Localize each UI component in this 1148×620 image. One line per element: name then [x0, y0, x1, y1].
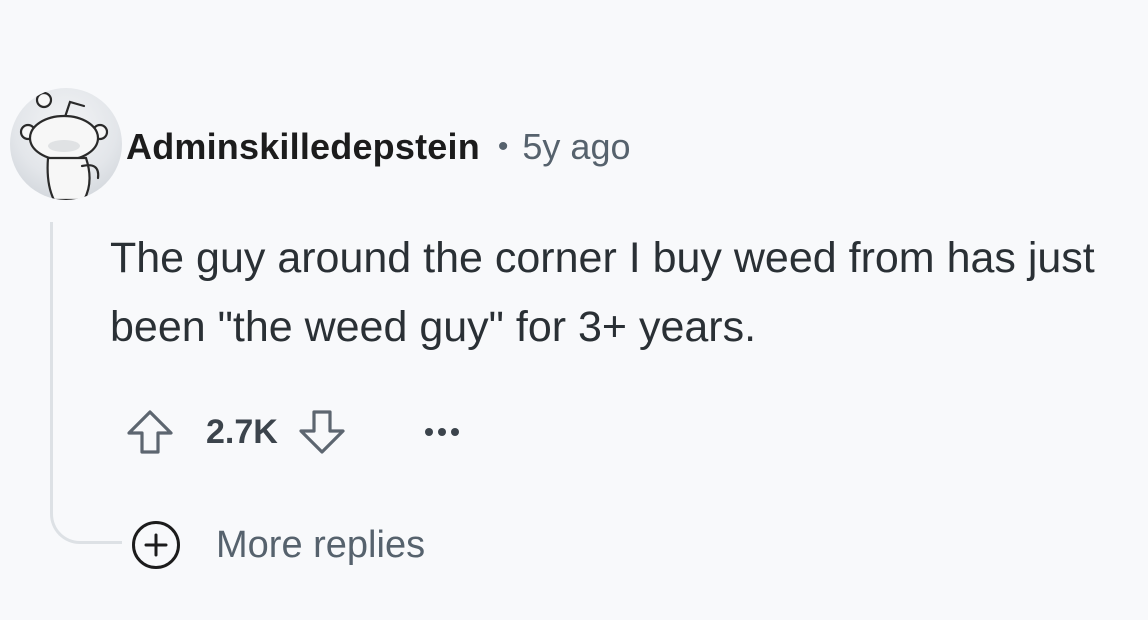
- comment-body: The guy around the corner I buy weed fro…: [110, 234, 1095, 351]
- vote-score: 2.7K: [206, 412, 278, 451]
- overflow-menu-button[interactable]: [410, 400, 474, 464]
- snoo-avatar-icon: [19, 91, 109, 200]
- plus-circle-icon: [132, 521, 180, 569]
- downvote-arrow-icon: [299, 410, 345, 454]
- downvote-button[interactable]: [290, 400, 354, 464]
- upvote-arrow-icon: [127, 410, 173, 454]
- meta-separator: •: [497, 130, 509, 163]
- upvote-button[interactable]: [118, 400, 182, 464]
- comment-meta: Adminskilledepstein • 5y ago: [126, 122, 631, 172]
- more-replies-label: More replies: [216, 523, 426, 566]
- avatar[interactable]: [10, 88, 122, 200]
- ellipsis-icon: [424, 428, 459, 436]
- comment-actions: 2.7K: [118, 400, 474, 464]
- author-name[interactable]: Adminskilledepstein: [126, 126, 480, 168]
- more-replies-button[interactable]: More replies: [132, 518, 425, 572]
- comment-timestamp[interactable]: 5y ago: [522, 126, 630, 168]
